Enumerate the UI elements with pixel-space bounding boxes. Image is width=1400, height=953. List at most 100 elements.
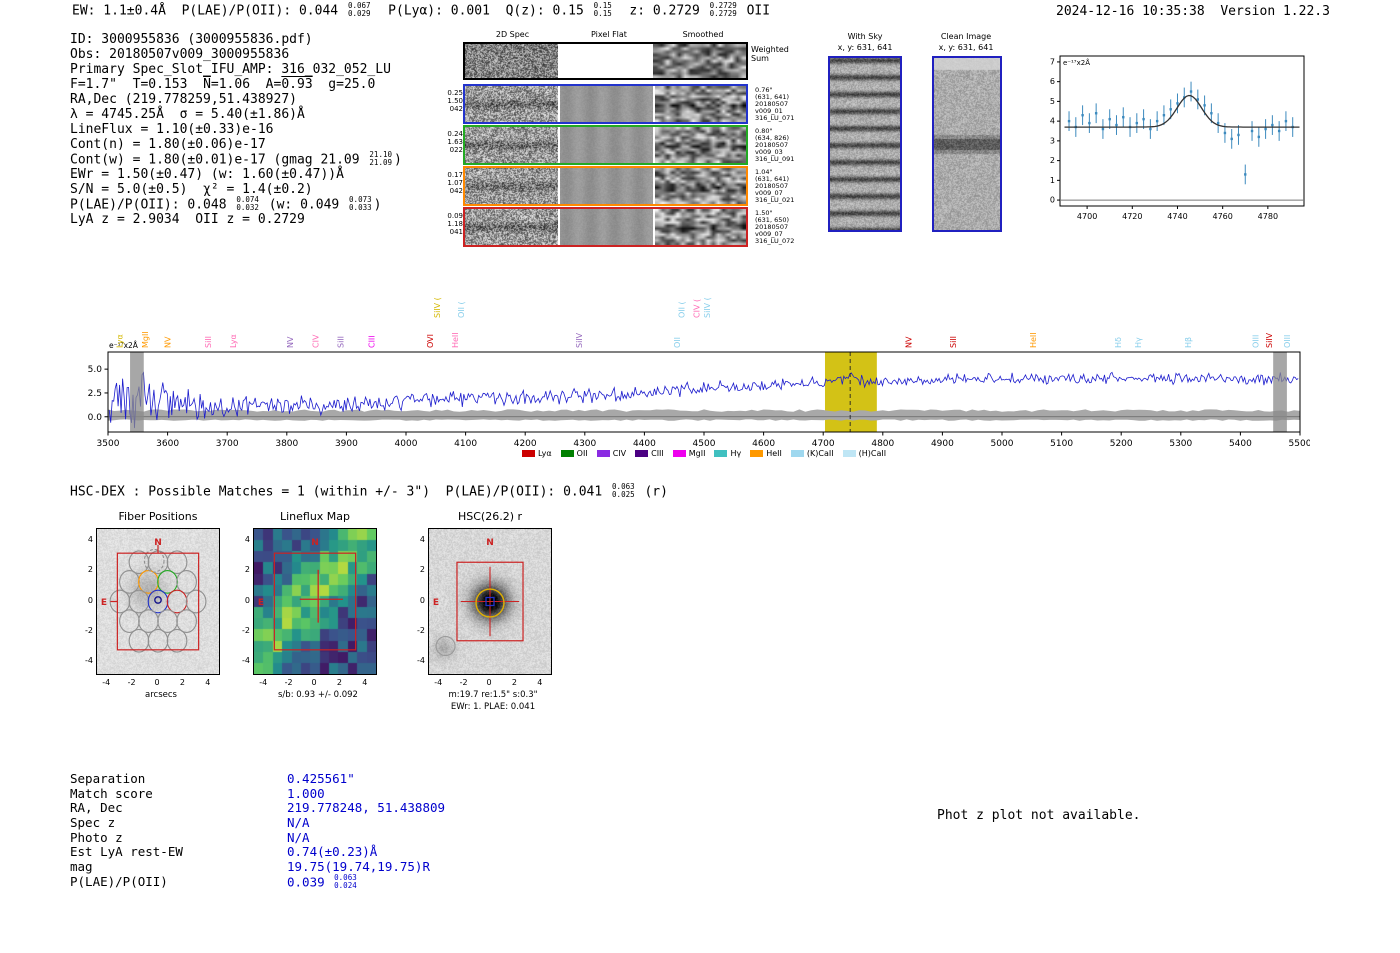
svg-text:5200: 5200 [1110, 439, 1133, 448]
legend-swatch-icon [635, 450, 649, 457]
lineflux-map-panel: Lineflux Map N E -4 -4 -2 -2 0 0 2 2 4 4 s/b: 0.93 +/… [223, 508, 413, 723]
x-tick-label: 2 [336, 678, 342, 687]
svg-text:N: N [486, 538, 494, 548]
svg-text:6: 6 [1050, 77, 1055, 86]
y-tick-label: -2 [85, 625, 93, 635]
svg-text:NV: NV [164, 336, 173, 348]
y-tick-label: -2 [417, 625, 425, 635]
svg-text:4740: 4740 [1167, 212, 1187, 221]
legend-label: CIV [612, 449, 627, 458]
twod-pixel-flat-image [560, 168, 653, 204]
legend-label: (H)CaII [858, 449, 887, 458]
twod-2d-spec-image [465, 209, 558, 245]
hsc-cutout-panel: HSC(26.2) r N E -4 -4 -2 -2 0 0 2 2 4 4 m:19.7 re:1.5… [398, 508, 588, 723]
text-segment: Primary Spec_Slot_IFU_AMP: 316_032_052_L… [70, 62, 391, 77]
x-tick-label: 0 [486, 678, 492, 687]
x-tick-label: -4 [434, 678, 443, 687]
y-tick-label: 2 [419, 565, 425, 575]
svg-text:NV: NV [904, 336, 913, 348]
spectrum-frame [107, 351, 1301, 433]
text-segment: RA,Dec (219.778259,51.438927) [70, 92, 297, 107]
panel-caption: s/b: 0.93 +/- 0.092 [278, 690, 358, 700]
match-table-row: Match score 1.000 [70, 785, 445, 802]
clean-image [934, 58, 1000, 230]
svg-text:2: 2 [1050, 156, 1055, 165]
x-tick-label: -4 [259, 678, 268, 687]
svg-text:SiIV: SiIV [575, 332, 584, 348]
svg-text:5400: 5400 [1229, 439, 1252, 448]
text-segment: 0.74(±0.23)Å [287, 844, 378, 860]
match-row-label: Match score [70, 785, 153, 801]
twod-smoothed-image [655, 209, 746, 245]
legend-label: HeII [766, 449, 782, 458]
match-row-value: 0.039 0.063 0.024 [287, 872, 359, 890]
twod-fiber-row: 0.09 1.18 041 1.50" (631, 650) 20180507 v009_0… [447, 207, 794, 247]
text-segment: g=25.0 [312, 77, 376, 92]
match-table-row: Separation 0.425561" [70, 771, 445, 787]
stacked-uncertainty: 21.10 21.09 [369, 150, 392, 167]
match-row-label: mag [70, 859, 93, 875]
clean-image-coords: x, y: 631, 641 [938, 43, 994, 52]
twod-pixel-flat-image [560, 127, 653, 163]
text-segment: ID: 3000955836 (3000955836.pdf) [70, 32, 313, 47]
detection-info-block: ID: 3000955836 (3000955836.pdf) Obs: 2018… [70, 32, 402, 227]
clean-image-frame [932, 56, 1002, 232]
match-row-value: 219.778248, 51.438809 [287, 801, 445, 816]
x-tick-label: 4 [362, 678, 368, 687]
svg-text:5500: 5500 [1289, 439, 1310, 448]
svg-text:E: E [433, 598, 439, 608]
legend-item: MgII [672, 449, 705, 458]
x-tick-label: 0 [154, 678, 160, 687]
svg-text:3: 3 [1050, 136, 1055, 145]
y-tick-label: -4 [417, 655, 425, 665]
match-table-row: Est LyA rest-EW 0.74(±0.23)Å [70, 845, 445, 860]
panel-title: Fiber Positions [118, 510, 198, 523]
svg-text:E: E [101, 598, 107, 608]
svg-text:1: 1 [1050, 176, 1055, 185]
svg-text:OIII: OIII [1251, 335, 1260, 348]
twod-row-right-labels: 0.76" (631, 641) 20180507 v009_01 316_LU_071 [755, 86, 795, 122]
y-tick-label: 2 [87, 565, 93, 575]
x-tick-label: -2 [284, 678, 293, 687]
legend-swatch-icon [521, 450, 535, 457]
svg-text:HeII: HeII [1029, 332, 1038, 348]
twod-row-left-labels: 0.17 1.07 042 [447, 171, 463, 195]
text-segment: EWr = 1.50(±0.47) (w: 1.60(±0.47))Å [70, 167, 344, 182]
match-row-value: 0.425561" [287, 771, 355, 787]
match-table-row: P(LAE)/P(OII) 0.039 0.063 0.024 [70, 872, 445, 890]
match-table-row: Spec z N/A [70, 815, 445, 831]
x-tick-label: 2 [179, 678, 185, 687]
panel-caption: m:19.7 re:1.5" s:0.3" [448, 690, 538, 700]
svg-text:Hβ: Hβ [1184, 337, 1193, 348]
svg-text:SiIV (: SiIV ( [433, 297, 442, 318]
info-line: ID: 3000955836 (3000955836.pdf) [70, 32, 402, 47]
svg-text:4000: 4000 [395, 439, 418, 448]
text-segment: 0.425561" [287, 771, 355, 786]
x-tick-label: 2 [511, 678, 517, 687]
legend-swatch-icon [750, 450, 764, 457]
info-line: EWr = 1.50(±0.47) (w: 1.60(±0.47))Å [70, 167, 402, 182]
weighted-sum-flat-image [559, 44, 652, 78]
twod-smoothed-image [655, 86, 746, 122]
svg-text:4800: 4800 [871, 439, 894, 448]
svg-text:4100: 4100 [454, 439, 477, 448]
svg-text:N: N [311, 538, 319, 548]
info-line: F=1.7" T=0.153 N=1.06 A=0.93 g=25.0 [70, 77, 402, 92]
text-segment: EW: 1.1±0.4Å P(LAE)/P(OII): 0.044 [72, 3, 346, 19]
svg-text:Hδ: Hδ [1114, 337, 1123, 348]
text-segment: N [203, 77, 211, 92]
y-tick-label: 0 [87, 595, 93, 605]
stacked-uncertainty: 0.067 0.029 [347, 1, 371, 18]
svg-text:5300: 5300 [1169, 439, 1192, 448]
text-segment: 0.93 [281, 77, 313, 92]
stacked-uncertainty: 0.063 0.024 [334, 872, 357, 890]
svg-text:HeII: HeII [451, 332, 460, 348]
svg-text:2.5: 2.5 [88, 389, 102, 399]
text-segment: OII [738, 3, 771, 19]
stacked-uncertainty: 0.073 0.033 [349, 195, 372, 212]
svg-text:MgII: MgII [141, 331, 150, 348]
y-tick-label: 4 [87, 535, 93, 545]
twod-fiber-row: 0.24 1.63 022 0.80" (634, 826) 20180507 v009_0… [447, 125, 794, 165]
svg-text:3900: 3900 [335, 439, 358, 448]
text-segment: Obs: 20180507v009_3000955836 [70, 47, 290, 62]
